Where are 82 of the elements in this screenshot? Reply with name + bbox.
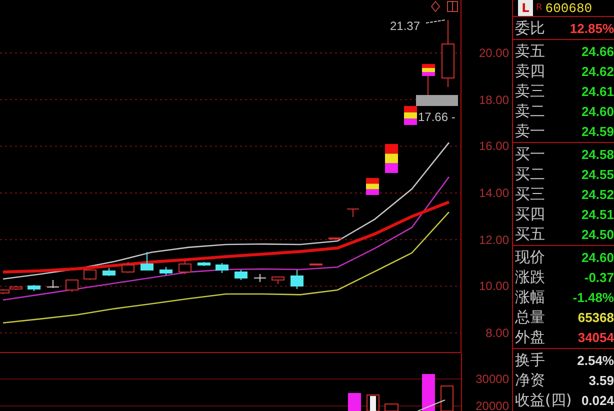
row-value: 24.55 bbox=[581, 166, 614, 182]
candlestick bbox=[346, 208, 360, 218]
low-price-label: 17.66 - bbox=[418, 110, 456, 124]
row-label: 卖二 bbox=[515, 102, 545, 120]
price-marker bbox=[416, 95, 458, 106]
candlestick bbox=[422, 64, 435, 76]
candlestick bbox=[198, 262, 210, 266]
candlestick bbox=[122, 262, 134, 274]
window-icon[interactable] bbox=[447, 1, 458, 12]
row-label: 委比 bbox=[515, 18, 545, 38]
row-value: 24.50 bbox=[581, 226, 614, 242]
row-value: 24.60 bbox=[581, 104, 614, 118]
row-label: 卖五 bbox=[515, 42, 545, 60]
volume-bar bbox=[422, 374, 435, 411]
row-label: 净资 bbox=[515, 370, 545, 390]
l-badge[interactable]: L bbox=[518, 0, 533, 16]
row-label: 现价 bbox=[515, 248, 545, 266]
axis-label: 20.00 bbox=[478, 44, 509, 61]
axis-label: 16.00 bbox=[478, 138, 509, 154]
diamond-icon[interactable] bbox=[431, 1, 440, 12]
row-value: 0.024 bbox=[581, 392, 614, 408]
row-value: 24.62 bbox=[581, 64, 614, 78]
volume-bar bbox=[348, 393, 361, 411]
axis-label: 8.00 bbox=[486, 324, 509, 341]
candlestick bbox=[66, 280, 78, 292]
candlestick bbox=[328, 238, 342, 240]
row-value: 24.52 bbox=[581, 186, 614, 202]
row-label: 买五 bbox=[515, 224, 545, 244]
axis-label: 20000 bbox=[476, 398, 509, 411]
row-value: 24.61 bbox=[581, 84, 614, 98]
row-value: 34054 bbox=[578, 330, 614, 344]
axis-label: 14.00 bbox=[478, 184, 509, 201]
row-label: 外盘 bbox=[515, 328, 545, 346]
row-label: 卖一 bbox=[515, 122, 545, 140]
volume-average-line bbox=[418, 400, 446, 411]
candlestick bbox=[234, 270, 248, 280]
row-label: 卖三 bbox=[515, 82, 545, 100]
row-label: 换手 bbox=[515, 350, 545, 370]
row-value: 12.85% bbox=[570, 20, 614, 36]
row-value: -0.37 bbox=[584, 270, 614, 284]
candlestick bbox=[84, 270, 96, 280]
high-price-label: 21.37 bbox=[390, 19, 420, 33]
candlestick bbox=[442, 20, 454, 88]
candlestick bbox=[385, 144, 398, 173]
candlestick bbox=[272, 276, 284, 284]
candlestick bbox=[290, 270, 304, 290]
candlestick bbox=[366, 178, 379, 195]
row-label: 涨幅 bbox=[515, 288, 545, 306]
leader-line bbox=[426, 20, 446, 24]
row-value: 24.51 bbox=[581, 206, 614, 222]
row-value: 24.59 bbox=[581, 124, 614, 138]
candlestick bbox=[310, 264, 322, 266]
row-value: 65368 bbox=[578, 310, 614, 324]
stock-code: 600680 bbox=[545, 0, 592, 16]
candlestick bbox=[216, 262, 228, 274]
axis-label: 10.00 bbox=[478, 278, 509, 294]
row-label: 总量 bbox=[515, 308, 545, 326]
row-label: 买一 bbox=[515, 144, 545, 164]
candlestick bbox=[46, 280, 60, 288]
row-value: 2.54% bbox=[577, 352, 614, 368]
row-label: 收益(四) bbox=[515, 390, 572, 410]
row-value: 24.58 bbox=[581, 146, 614, 162]
candlestick bbox=[160, 266, 172, 276]
row-label: 买四 bbox=[515, 204, 545, 224]
axis-label: 12.00 bbox=[478, 232, 509, 248]
candlestick bbox=[140, 252, 154, 270]
row-label: 卖四 bbox=[515, 62, 545, 80]
candlestick bbox=[102, 268, 116, 276]
row-label: 涨跌 bbox=[515, 268, 545, 286]
row-label: 买二 bbox=[515, 164, 545, 184]
candlestick bbox=[404, 106, 417, 125]
flag-label: R bbox=[536, 3, 542, 13]
candlestick bbox=[28, 284, 40, 292]
candlestick bbox=[178, 260, 192, 274]
axis-label: 30000 bbox=[476, 371, 509, 387]
row-label: 买三 bbox=[515, 184, 545, 204]
row-value: 3.59 bbox=[588, 372, 614, 388]
row-value: 24.66 bbox=[581, 44, 614, 58]
row-value: -1.48% bbox=[572, 290, 614, 304]
axis-label: 18.00 bbox=[478, 92, 509, 108]
candlestick bbox=[254, 274, 266, 282]
row-value: 24.60 bbox=[581, 250, 614, 264]
